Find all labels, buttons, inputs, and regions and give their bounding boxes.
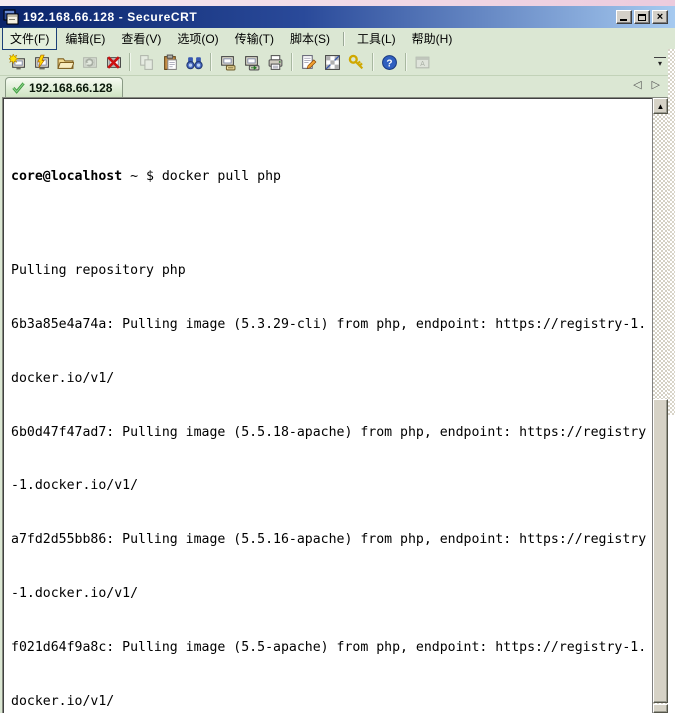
find-icon[interactable]	[182, 50, 206, 74]
toolbar-separator	[372, 53, 373, 71]
window-title: 192.168.66.128 - SecureCRT	[23, 10, 197, 24]
toolbar-separator	[291, 53, 292, 71]
new-window-icon[interactable]: A	[410, 50, 434, 74]
connect-in-tab-icon[interactable]	[53, 50, 77, 74]
terminal-area[interactable]: core@localhost ~ $ docker pull php Pulli…	[2, 97, 668, 713]
svg-text:?: ?	[386, 58, 392, 69]
keygen-icon[interactable]	[344, 50, 368, 74]
toolbar-separator	[210, 53, 211, 71]
session-tab-bar: 192.168.66.128 ◁ ▷	[0, 76, 668, 97]
tab-scroll-right-button[interactable]: ▷	[652, 78, 660, 91]
minimize-button[interactable]	[616, 10, 632, 24]
terminal-output-line: 6b3a85e4a74a: Pulling image (5.3.29-cli)…	[11, 318, 651, 331]
connect-icon[interactable]	[29, 50, 53, 74]
title-bar[interactable]: 192.168.66.128 - SecureCRT ×	[0, 6, 675, 28]
background-window-edge	[668, 49, 675, 713]
terminal-output-line: a7fd2d55bb86: Pulling image (5.5.16-apac…	[11, 533, 651, 546]
menu-separator	[343, 32, 344, 46]
menu-script[interactable]: 脚本(S)	[282, 27, 338, 50]
menu-options[interactable]: 选项(O)	[169, 27, 226, 50]
scrollbar-thumb[interactable]	[653, 399, 668, 703]
terminal-scrollbar[interactable]: ▲	[652, 98, 668, 713]
paste-icon[interactable]	[158, 50, 182, 74]
connected-check-icon	[12, 81, 25, 94]
scrollbar-down-button[interactable]	[653, 704, 668, 713]
reconnect-icon[interactable]	[77, 50, 101, 74]
toolbar-separator	[129, 53, 130, 71]
disconnect-icon[interactable]	[101, 50, 125, 74]
help-icon[interactable]: ?	[377, 50, 401, 74]
menu-bar: 文件(F) 编辑(E) 查看(V) 选项(O) 传输(T) 脚本(S) 工具(L…	[0, 28, 675, 49]
session-options-icon[interactable]	[296, 50, 320, 74]
prompt-command: ~ $ docker pull php	[122, 169, 281, 184]
securecrt-app-icon	[3, 9, 19, 25]
terminal-output-line: -1.docker.io/v1/	[11, 587, 651, 600]
session-tab[interactable]: 192.168.66.128	[5, 77, 123, 97]
background-scrollbar-track	[668, 49, 675, 415]
terminal-prompt-line: core@localhost ~ $ docker pull php	[11, 170, 651, 183]
menu-tools[interactable]: 工具(L)	[349, 27, 404, 50]
menu-edit[interactable]: 编辑(E)	[57, 27, 113, 50]
toolbar: ? A ▾	[0, 49, 668, 76]
toolbar-overflow-button[interactable]: ▾	[654, 57, 666, 68]
menu-file[interactable]: 文件(F)	[2, 27, 57, 50]
quick-connect-icon[interactable]	[5, 50, 29, 74]
menu-view[interactable]: 查看(V)	[113, 27, 169, 50]
maximize-button[interactable]	[634, 10, 650, 24]
terminal-output-line: docker.io/v1/	[11, 372, 651, 385]
scroll-up-icon: ▲	[657, 102, 665, 111]
securecrt-window: 192.168.66.128 - SecureCRT × 文件(F) 编辑(E)…	[0, 0, 675, 713]
tab-scroll-left-button[interactable]: ◁	[633, 78, 641, 91]
connect-sftp-icon[interactable]	[215, 50, 239, 74]
svg-text:A: A	[420, 61, 425, 68]
toolbar-separator	[405, 53, 406, 71]
terminal-output-line: -1.docker.io/v1/	[11, 479, 651, 492]
terminal-output-line: docker.io/v1/	[11, 695, 651, 708]
menu-help[interactable]: 帮助(H)	[404, 27, 461, 50]
terminal-output-line: Pulling repository php	[11, 264, 651, 277]
terminal-output-lines: Pulling repository php 6b3a85e4a74a: Pul…	[11, 210, 651, 713]
global-options-icon[interactable]	[320, 50, 344, 74]
file-transfer-icon[interactable]	[239, 50, 263, 74]
print-icon[interactable]	[263, 50, 287, 74]
menu-transfer[interactable]: 传输(T)	[227, 27, 282, 50]
copy-icon[interactable]	[134, 50, 158, 74]
maximize-icon	[638, 14, 646, 21]
terminal-output-line: f021d64f9a8c: Pulling image (5.5-apache)…	[11, 641, 651, 654]
prompt-user: core@localhost	[11, 169, 122, 184]
session-tab-label: 192.168.66.128	[29, 81, 112, 95]
terminal-output-line: 6b0d47f47ad7: Pulling image (5.5.18-apac…	[11, 426, 651, 439]
scrollbar-up-button[interactable]: ▲	[653, 98, 668, 114]
minimize-icon	[620, 19, 627, 21]
terminal-output: core@localhost ~ $ docker pull php Pulli…	[4, 99, 651, 713]
close-button[interactable]: ×	[652, 10, 668, 24]
close-icon: ×	[657, 12, 663, 23]
